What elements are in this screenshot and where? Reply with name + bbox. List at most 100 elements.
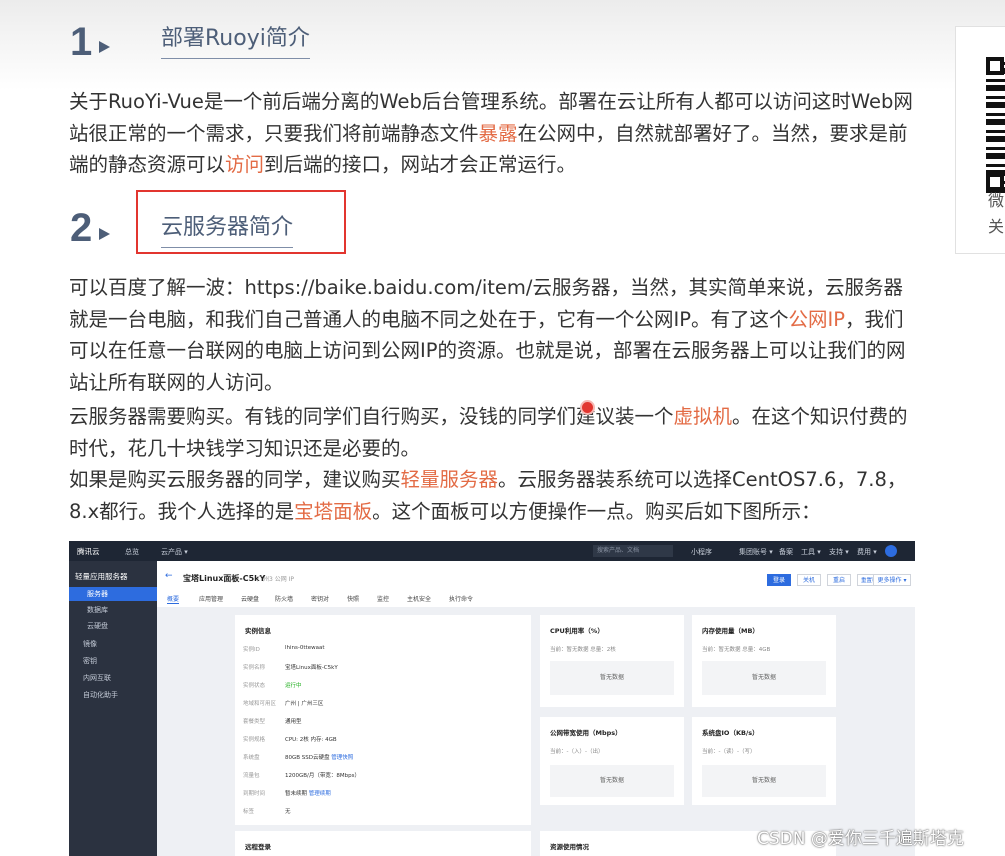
cpu-card-sub: 当前：暂无数据 总量：2核 bbox=[550, 647, 616, 653]
tab-monitor[interactable]: 监控 bbox=[377, 594, 389, 603]
console-topbar-item[interactable]: 支持 ▾ bbox=[829, 547, 849, 557]
console-sidebar-head: 轻量应用服务器 bbox=[75, 572, 128, 581]
sidebar-item-key[interactable]: 密钥 bbox=[69, 654, 157, 668]
shutdown-button[interactable]: 关机 bbox=[797, 574, 821, 586]
info-key: 实例规格 bbox=[243, 737, 266, 743]
sidebar-item-disk[interactable]: 云硬盘 bbox=[69, 619, 157, 633]
cpu-card: CPU利用率（%） 当前：暂无数据 总量：2核 暂无数据 bbox=[540, 615, 684, 707]
link-bt-panel[interactable]: 宝塔面板 bbox=[294, 500, 372, 523]
console-logo: 腾讯云 bbox=[77, 547, 100, 556]
info-row: 流量包 1200GB/月（带宽：8Mbps） bbox=[243, 771, 360, 779]
info-key: 流量包 bbox=[243, 773, 260, 779]
paragraph-1: 关于RuoYi-Vue是一个前后端分离的Web后台管理系统。部署在云让所有人都可… bbox=[69, 86, 917, 181]
highlight-box bbox=[136, 190, 346, 254]
memory-card-sub: 当前：暂无数据 总量：4GB bbox=[702, 647, 771, 653]
remote-login-title: 远程登录 bbox=[245, 843, 271, 851]
memory-card-title: 内存使用量（MB） bbox=[702, 627, 759, 635]
console-products[interactable]: 云产品 ▾ bbox=[161, 547, 188, 557]
memory-card: 内存使用量（MB） 当前：暂无数据 总量：4GB 暂无数据 bbox=[692, 615, 836, 707]
link-lightweight-server[interactable]: 轻量服务器 bbox=[401, 468, 499, 491]
instance-subtitle: 广州3 公网 IP bbox=[257, 576, 295, 583]
disk-io-card-title: 系统盘IO（KB/s） bbox=[702, 729, 759, 737]
more-actions-button[interactable]: 更多操作 ▾ bbox=[873, 574, 911, 586]
info-value: 广州 | 广州三区 bbox=[285, 701, 324, 707]
tab-firewall[interactable]: 防火墙 bbox=[275, 594, 293, 603]
info-value: CPU: 2核 内存: 4GB bbox=[285, 737, 337, 743]
paragraph-2: 可以百度了解一波：https://baike.baidu.com/item/云服… bbox=[69, 272, 917, 398]
sidebar-item-database[interactable]: 数据库 bbox=[69, 603, 157, 617]
bandwidth-card-empty: 暂无数据 bbox=[550, 765, 674, 797]
console-topbar-item[interactable]: 工具 ▾ bbox=[801, 547, 821, 557]
instance-title: 宝塔Linux面板-C5kY bbox=[183, 574, 266, 583]
comment-marker-icon[interactable] bbox=[580, 400, 595, 415]
remote-login-panel: 远程登录 bbox=[235, 831, 531, 856]
info-row: 标签 无 bbox=[243, 807, 291, 815]
qr-finder-top-icon bbox=[986, 57, 1004, 75]
paragraph-3: 云服务器需要购买。有钱的同学们自行购买，没钱的同学们建议装一个虚拟机。在这个知识… bbox=[69, 401, 917, 464]
console-topbar-item[interactable]: 备案 bbox=[779, 547, 793, 557]
sidebar-item-server[interactable]: 服务器 bbox=[69, 587, 157, 601]
info-key: 标签 bbox=[243, 809, 255, 815]
info-key: 实例名称 bbox=[243, 665, 266, 671]
qr-caption-line1: 微 bbox=[988, 191, 1005, 210]
cpu-card-empty: 暂无数据 bbox=[550, 661, 674, 695]
login-button[interactable]: 登录 bbox=[767, 574, 791, 586]
link-expose[interactable]: 暴露 bbox=[479, 122, 518, 145]
tab-apps[interactable]: 应用管理 bbox=[199, 594, 223, 603]
disk-io-card: 系统盘IO（KB/s） 当前：-（读）-（写） 暂无数据 bbox=[692, 717, 836, 805]
manage-snapshot-link[interactable]: 管理快照 bbox=[331, 755, 353, 761]
info-key: 套餐类型 bbox=[243, 719, 266, 725]
tab-keypair[interactable]: 密钥对 bbox=[311, 594, 329, 603]
instance-info-panel: 实例信息 实例ID lhins-0ttewaat 实例名称 宝塔Linux面板-C5… bbox=[235, 615, 531, 825]
info-value: 1200GB/月（带宽：8Mbps） bbox=[285, 773, 360, 779]
console-miniapp[interactable]: 小程序 bbox=[691, 547, 712, 557]
tab-command[interactable]: 执行命令 bbox=[449, 594, 473, 603]
info-value: lhins-0ttewaat bbox=[285, 645, 325, 651]
back-arrow-icon[interactable]: ← bbox=[165, 571, 173, 581]
bandwidth-card-sub: 当前：-（入）-（出） bbox=[550, 749, 604, 755]
sidebar-item-image[interactable]: 镜像 bbox=[69, 637, 157, 651]
tab-security[interactable]: 主机安全 bbox=[407, 594, 431, 603]
bandwidth-card: 公网带宽使用（Mbps） 当前：-（入）-（出） 暂无数据 bbox=[540, 717, 684, 805]
info-value: 暂未续期 bbox=[285, 791, 308, 797]
disk-io-card-empty: 暂无数据 bbox=[702, 765, 826, 797]
info-key: 实例ID bbox=[243, 647, 260, 653]
sidebar-item-network[interactable]: 内网互联 bbox=[69, 671, 157, 685]
instance-info-title: 实例信息 bbox=[245, 627, 271, 635]
link-public-ip[interactable]: 公网IP bbox=[789, 308, 846, 331]
info-row: 地域和可用区 广州 | 广州三区 bbox=[243, 699, 323, 707]
console-sidebar: 轻量应用服务器 服务器 数据库 云硬盘 镜像 密钥 内网互联 自动化助手 bbox=[69, 561, 157, 856]
csdn-watermark: CSDN @爱你三千遍斯塔克 bbox=[757, 829, 964, 849]
info-key: 实例状态 bbox=[243, 683, 266, 689]
link-access[interactable]: 访问 bbox=[225, 153, 264, 176]
info-row: 到期时间 暂未续期 管理续期 bbox=[243, 789, 331, 797]
status-badge: 运行中 bbox=[285, 683, 302, 689]
info-row: 实例规格 CPU: 2核 内存: 4GB bbox=[243, 735, 337, 743]
tab-snapshot[interactable]: 快照 bbox=[347, 594, 359, 603]
restart-button[interactable]: 重启 bbox=[827, 574, 851, 586]
disk-io-card-sub: 当前：-（读）-（写） bbox=[702, 749, 756, 755]
paragraph-2-text-a: 可以百度了解一波：https://baike.baidu.com/item/云服… bbox=[69, 276, 903, 331]
info-key: 系统盘 bbox=[243, 755, 260, 761]
info-row: 系统盘 80GB SSD云硬盘 管理快照 bbox=[243, 753, 353, 761]
console-screenshot: 腾讯云 总览 云产品 ▾ 搜索产品、文档 小程序 集团账号 ▾ 备案 工具 ▾ … bbox=[69, 541, 915, 856]
cpu-card-title: CPU利用率（%） bbox=[550, 627, 604, 635]
tab-overview[interactable]: 概要 bbox=[167, 594, 180, 604]
console-content-header: ← 宝塔Linux面板-C5kY 广州3 公网 IP 概要 应用管理 云硬盘 防… bbox=[157, 561, 915, 607]
avatar[interactable] bbox=[885, 545, 897, 557]
console-search-input[interactable]: 搜索产品、文档 bbox=[593, 545, 673, 557]
info-key: 到期时间 bbox=[243, 791, 266, 797]
console-home[interactable]: 总览 bbox=[125, 547, 139, 557]
info-value: 宝塔Linux面板-C5kY bbox=[285, 665, 338, 671]
manage-renew-link[interactable]: 管理续期 bbox=[309, 791, 331, 797]
console-topbar-item[interactable]: 集团账号 ▾ bbox=[739, 547, 773, 557]
info-row: 实例状态 运行中 bbox=[243, 681, 302, 689]
bandwidth-card-title: 公网带宽使用（Mbps） bbox=[550, 729, 622, 737]
memory-card-empty: 暂无数据 bbox=[702, 661, 826, 695]
sidebar-item-automation[interactable]: 自动化助手 bbox=[69, 688, 157, 702]
link-virtual-machine[interactable]: 虚拟机 bbox=[674, 405, 733, 428]
tab-disk[interactable]: 云硬盘 bbox=[241, 594, 259, 603]
paragraph-1-text-c: 到后端的接口，网站才会正常运行。 bbox=[264, 153, 577, 176]
section-2-arrow-icon bbox=[99, 228, 110, 240]
console-topbar-item[interactable]: 费用 ▾ bbox=[857, 547, 877, 557]
